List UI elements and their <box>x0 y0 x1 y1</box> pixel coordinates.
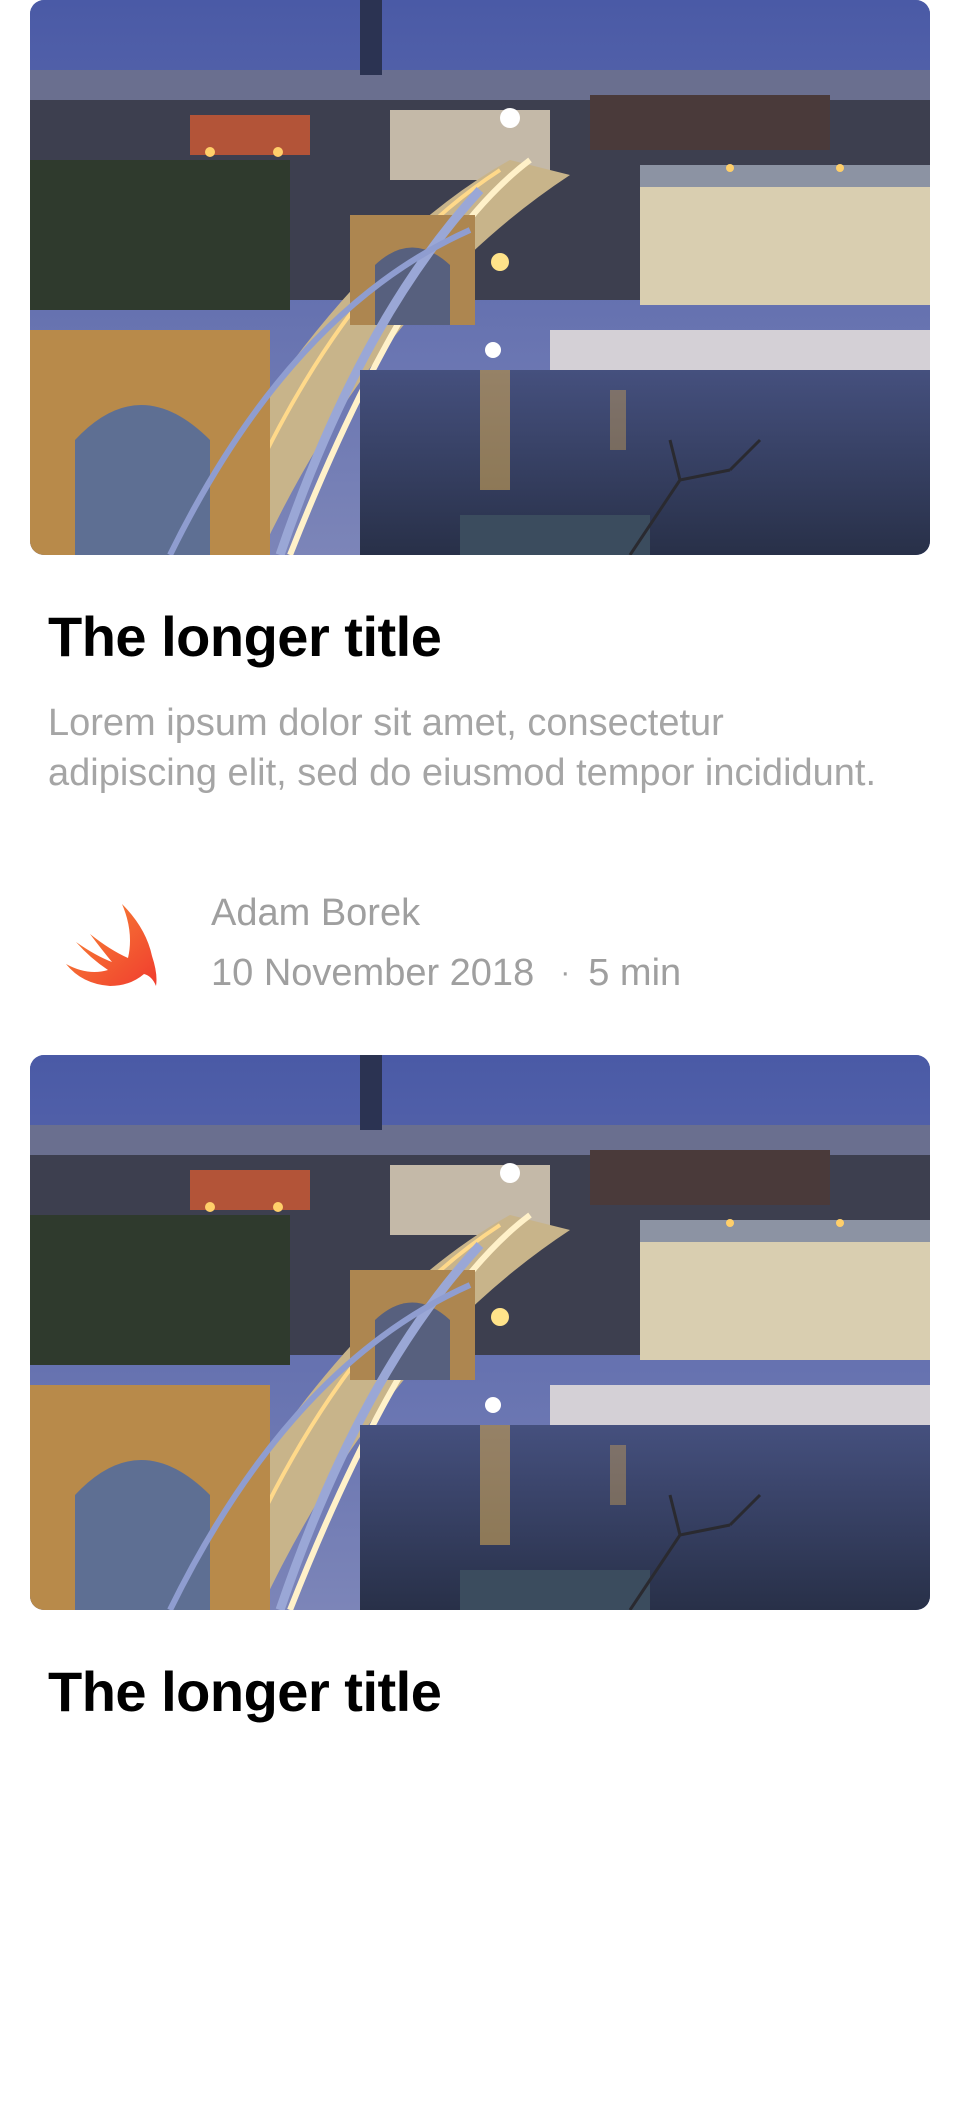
article-card[interactable]: The longer title <box>0 1055 960 2110</box>
author-name[interactable]: Adam Borek <box>211 888 420 938</box>
city-bridge-night-photo <box>30 1055 930 1610</box>
article-image[interactable] <box>30 0 930 555</box>
article-image[interactable] <box>30 1055 930 1610</box>
article-meta: 10 November 2018 · 5 min <box>211 948 681 998</box>
meta-separator: · <box>560 956 571 989</box>
article-title[interactable]: The longer title <box>48 1658 442 1726</box>
article-title[interactable]: The longer title <box>48 603 442 671</box>
article-feed: The longer title Lorem ipsum dolor sit a… <box>0 0 960 2110</box>
author-row: Adam Borek 10 November 2018 · 5 min <box>0 880 960 1010</box>
publish-date: 10 November 2018 <box>211 952 535 994</box>
swift-logo-icon[interactable] <box>60 892 170 1002</box>
article-card[interactable]: The longer title Lorem ipsum dolor sit a… <box>0 0 960 1055</box>
article-summary: Lorem ipsum dolor sit amet, consectetur … <box>48 702 877 794</box>
read-time: 5 min <box>588 952 682 994</box>
city-bridge-night-photo <box>30 0 930 555</box>
